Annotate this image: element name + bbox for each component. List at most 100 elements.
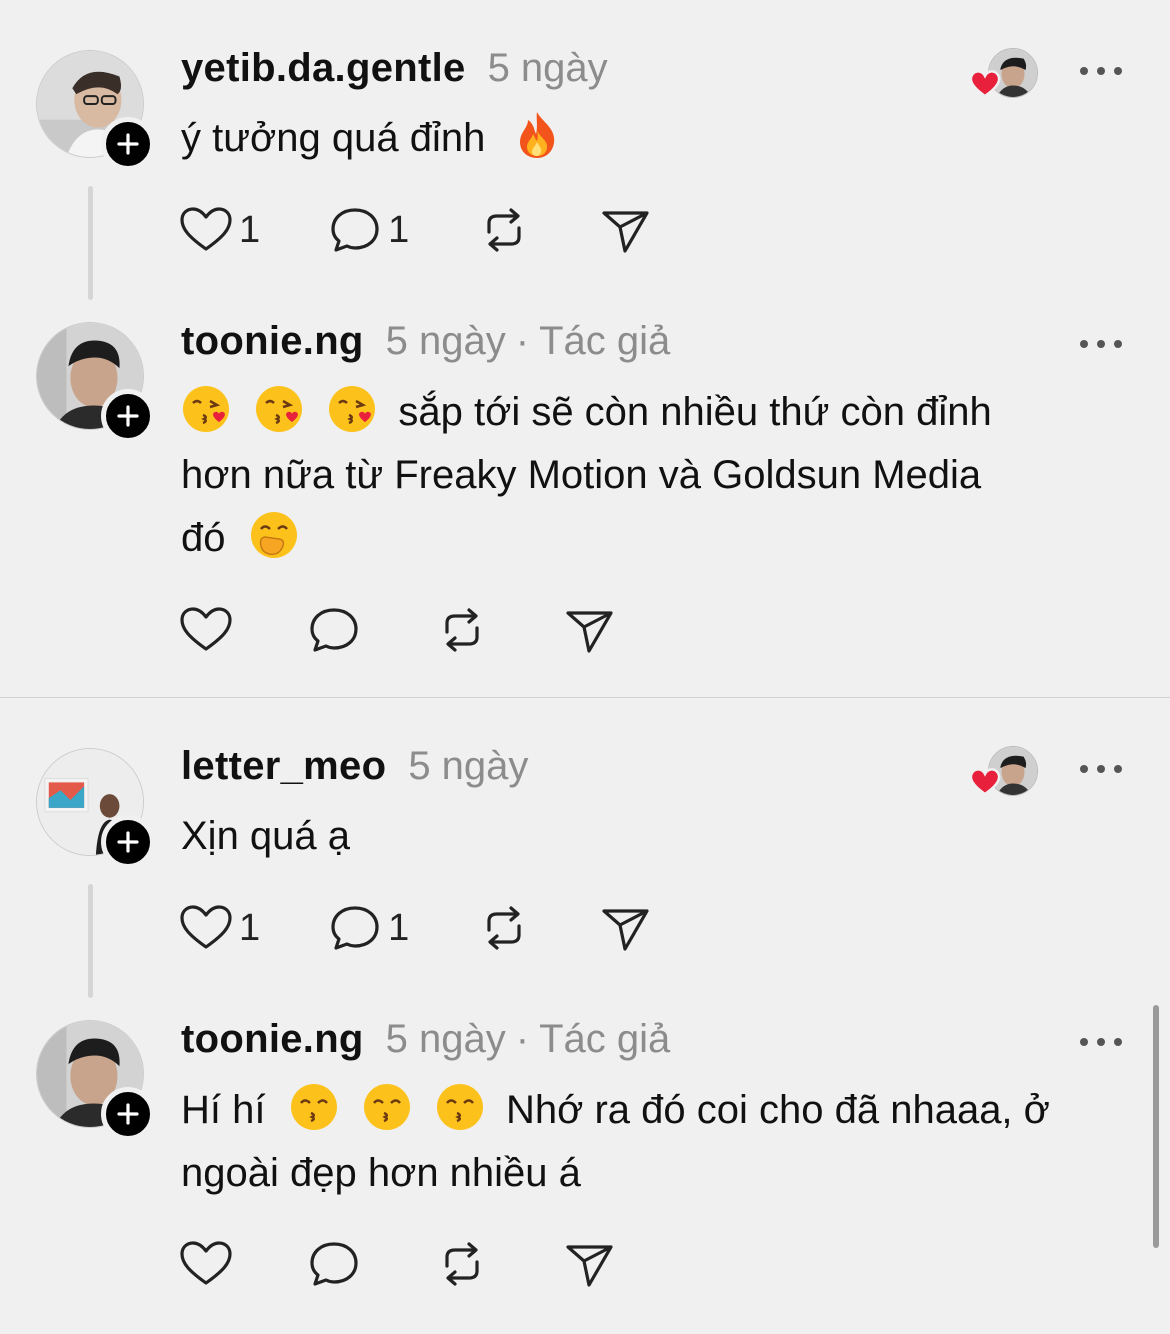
share-button[interactable]: [563, 605, 617, 655]
like-count: 1: [239, 208, 261, 251]
follow-button[interactable]: [101, 117, 155, 171]
thread-connector-line: [88, 884, 93, 998]
send-icon: [566, 611, 613, 653]
scrollbar[interactable]: [1153, 1005, 1159, 1248]
reply-text: Hí hí Nhớ ra đó coi cho đã nhaaa, ở ngoà…: [181, 1079, 1111, 1205]
repost-icon: [487, 906, 521, 950]
comment-body: ý tưởng quá đỉnh: [181, 116, 486, 160]
reply-text-line: Nhớ ra đó coi cho đã nhaaa, ở: [505, 1088, 1050, 1132]
kiss-heart-emoji: [254, 384, 304, 434]
plus-icon: [117, 133, 139, 155]
comment-icon: [310, 1242, 358, 1286]
action-bar: [179, 605, 617, 655]
like-button[interactable]: 1: [179, 205, 260, 255]
post-header: letter_meo 5 ngày: [181, 744, 528, 794]
post-header: yetib.da.gentle 5 ngày: [181, 46, 608, 96]
more-icon: [1080, 1038, 1088, 1046]
kiss-heart-emoji: [327, 384, 377, 434]
separator: ·: [515, 319, 530, 363]
more-options-button[interactable]: [1080, 1032, 1122, 1052]
heart-icon: [180, 207, 232, 251]
comment-body: Xịn quá ạ: [181, 814, 351, 858]
repost-icon: [487, 208, 521, 252]
username[interactable]: toonie.ng: [181, 319, 364, 364]
reply-text-line: sắp tới sẽ còn nhiều thứ còn đỉnh: [398, 390, 992, 434]
follow-button[interactable]: [101, 389, 155, 443]
heart-icon: [180, 607, 232, 651]
share-button[interactable]: [599, 205, 653, 255]
author-liked-indicator: [968, 746, 1040, 796]
reply-count: 1: [388, 208, 410, 251]
reply-button[interactable]: [307, 605, 361, 655]
reply-text: sắp tới sẽ còn nhiều thứ còn đỉnh hơn nữ…: [181, 381, 1111, 570]
follow-button[interactable]: [101, 815, 155, 869]
send-icon: [602, 211, 649, 253]
more-icon: [1080, 765, 1088, 773]
kiss-heart-emoji: [181, 384, 231, 434]
author-label: Tác giả: [539, 319, 671, 363]
heart-badge-icon: [969, 768, 1001, 796]
post-header: toonie.ng 5 ngày · Tác giả: [181, 319, 670, 369]
repost-icon: [445, 608, 479, 652]
heart-icon: [180, 905, 232, 949]
author-liked-indicator: [968, 48, 1040, 98]
more-options-button[interactable]: [1080, 759, 1122, 779]
send-icon: [566, 1245, 613, 1287]
reply-text-line: ngoài đẹp hơn nhiều á: [181, 1151, 581, 1195]
author-label: Tác giả: [539, 1017, 671, 1061]
more-options-button[interactable]: [1080, 61, 1122, 81]
heart-icon: [180, 1241, 232, 1285]
separator: ·: [515, 1017, 530, 1061]
timestamp: 5 ngày: [487, 46, 608, 90]
thread-1: yetib.da.gentle 5 ngày ý tưởng quá đỉnh: [0, 0, 1170, 698]
repost-button[interactable]: [477, 903, 531, 953]
reply-text-line: đó: [181, 516, 226, 560]
plus-icon: [117, 831, 139, 853]
timestamp: 5 ngày: [385, 319, 506, 363]
username[interactable]: toonie.ng: [181, 1017, 364, 1062]
like-count: 1: [239, 906, 261, 949]
heart-badge-icon: [969, 70, 1001, 98]
repost-button[interactable]: [477, 205, 531, 255]
post-header: toonie.ng 5 ngày · Tác giả: [181, 1017, 670, 1067]
reply-count: 1: [388, 906, 410, 949]
send-icon: [602, 909, 649, 951]
comment-icon: [310, 608, 358, 652]
more-icon: [1080, 67, 1088, 75]
more-icon: [1080, 340, 1088, 348]
reply-button[interactable]: 1: [328, 205, 409, 255]
thread-connector-line: [88, 186, 93, 300]
reply-text-line: hơn nữa từ Freaky Motion và Goldsun Medi…: [181, 453, 982, 497]
repost-icon: [445, 1242, 479, 1286]
kissing-smiling-eyes-emoji: [289, 1082, 339, 1132]
comment-text: Xịn quá ạ: [181, 805, 1111, 868]
more-options-button[interactable]: [1080, 334, 1122, 354]
kissing-smiling-eyes-emoji: [435, 1082, 485, 1132]
timestamp: 5 ngày: [408, 744, 529, 788]
reply-line-1: Hí hí Nhớ ra đó coi cho đã nhaaa, ở: [181, 1079, 1111, 1142]
repost-button[interactable]: [435, 1239, 489, 1289]
follow-button[interactable]: [101, 1087, 155, 1141]
plus-icon: [117, 1103, 139, 1125]
share-button[interactable]: [563, 1239, 617, 1289]
like-button[interactable]: 1: [179, 903, 260, 953]
reply-line-1: sắp tới sẽ còn nhiều thứ còn đỉnh: [181, 381, 1111, 444]
comment-icon: [331, 208, 379, 252]
repost-button[interactable]: [435, 605, 489, 655]
hand-over-mouth-emoji: [249, 510, 299, 560]
timestamp: 5 ngày: [385, 1017, 506, 1061]
username[interactable]: letter_meo: [181, 744, 386, 789]
action-bar: [179, 1239, 617, 1289]
fire-emoji: [512, 110, 562, 160]
username[interactable]: yetib.da.gentle: [181, 46, 466, 91]
comment-icon: [331, 906, 379, 950]
reply-button[interactable]: 1: [328, 903, 409, 953]
reply-button[interactable]: [307, 1239, 361, 1289]
like-button[interactable]: [179, 605, 233, 655]
share-button[interactable]: [599, 903, 653, 953]
reply-text-line: Hí hí: [181, 1088, 266, 1132]
comment-text: ý tưởng quá đỉnh: [181, 107, 1111, 170]
plus-icon: [117, 405, 139, 427]
like-button[interactable]: [179, 1239, 233, 1289]
kissing-smiling-eyes-emoji: [362, 1082, 412, 1132]
